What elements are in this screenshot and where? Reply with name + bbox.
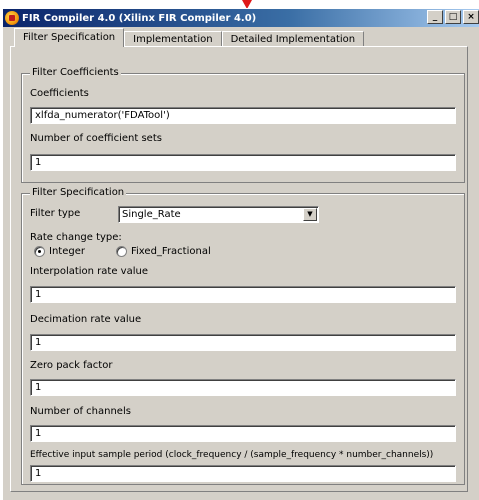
zero-pack-label: Zero pack factor — [30, 360, 113, 371]
coefficients-input[interactable]: xlfda_numerator('FDATool') — [30, 107, 456, 124]
filter-type-label: Filter type — [30, 208, 81, 219]
coefficient-sets-label: Number of coefficient sets — [30, 133, 162, 144]
interpolation-rate-input[interactable]: 1 — [30, 286, 456, 303]
maximize-button[interactable]: □ — [445, 10, 461, 24]
minimize-button[interactable]: _ — [427, 10, 443, 24]
tab-implementation[interactable]: Implementation — [124, 31, 222, 47]
radio-unselected-icon[interactable] — [116, 246, 127, 257]
decimation-rate-input[interactable]: 1 — [30, 334, 456, 351]
sample-period-label: Effective input sample period (clock_fre… — [30, 450, 434, 460]
chevron-down-icon[interactable]: ▼ — [303, 208, 317, 221]
zero-pack-input[interactable]: 1 — [30, 379, 456, 396]
decimation-rate-label: Decimation rate value — [30, 314, 142, 325]
app-icon — [5, 11, 19, 25]
window-controls: _ □ × — [427, 10, 479, 24]
rate-change-radio-integer[interactable]: Integer — [34, 246, 85, 257]
coefficients-label: Coefficients — [30, 88, 89, 99]
window-title: FIR Compiler 4.0 (Xilinx FIR Compiler 4.… — [22, 12, 257, 24]
filter-coefficients-legend: Filter Coefficients — [30, 67, 121, 78]
sample-period-input[interactable]: 1 — [30, 465, 456, 482]
radio-integer-label: Integer — [49, 246, 85, 257]
tab-detailed-implementation[interactable]: Detailed Implementation — [221, 31, 365, 47]
close-button[interactable]: × — [463, 10, 479, 24]
rate-change-label: Rate change type: — [30, 232, 122, 243]
filter-coefficients-group: Filter Coefficients Coefficients xlfda_n… — [21, 67, 465, 183]
tab-filter-specification[interactable]: Filter Specification — [14, 28, 125, 47]
radio-fixed-fractional-label: Fixed_Fractional — [131, 246, 211, 257]
radio-selected-icon[interactable] — [34, 246, 45, 257]
filter-specification-legend: Filter Specification — [30, 187, 127, 198]
filter-type-select[interactable]: Single_Rate ▼ — [118, 206, 319, 223]
tab-strip: Filter Specification Implementation Deta… — [14, 28, 365, 47]
channels-label: Number of channels — [30, 406, 131, 417]
channels-input[interactable]: 1 — [30, 425, 456, 442]
coefficient-sets-input[interactable]: 1 — [30, 154, 456, 171]
tab-panel: Filter Coefficients Coefficients xlfda_n… — [10, 46, 468, 492]
title-bar[interactable]: FIR Compiler 4.0 (Xilinx FIR Compiler 4.… — [3, 9, 479, 27]
interpolation-rate-label: Interpolation rate value — [30, 266, 148, 277]
filter-specification-group: Filter Specification Filter type Single_… — [21, 187, 465, 485]
rate-change-radio-fixed-fractional[interactable]: Fixed_Fractional — [116, 246, 211, 257]
filter-type-value: Single_Rate — [122, 209, 181, 220]
